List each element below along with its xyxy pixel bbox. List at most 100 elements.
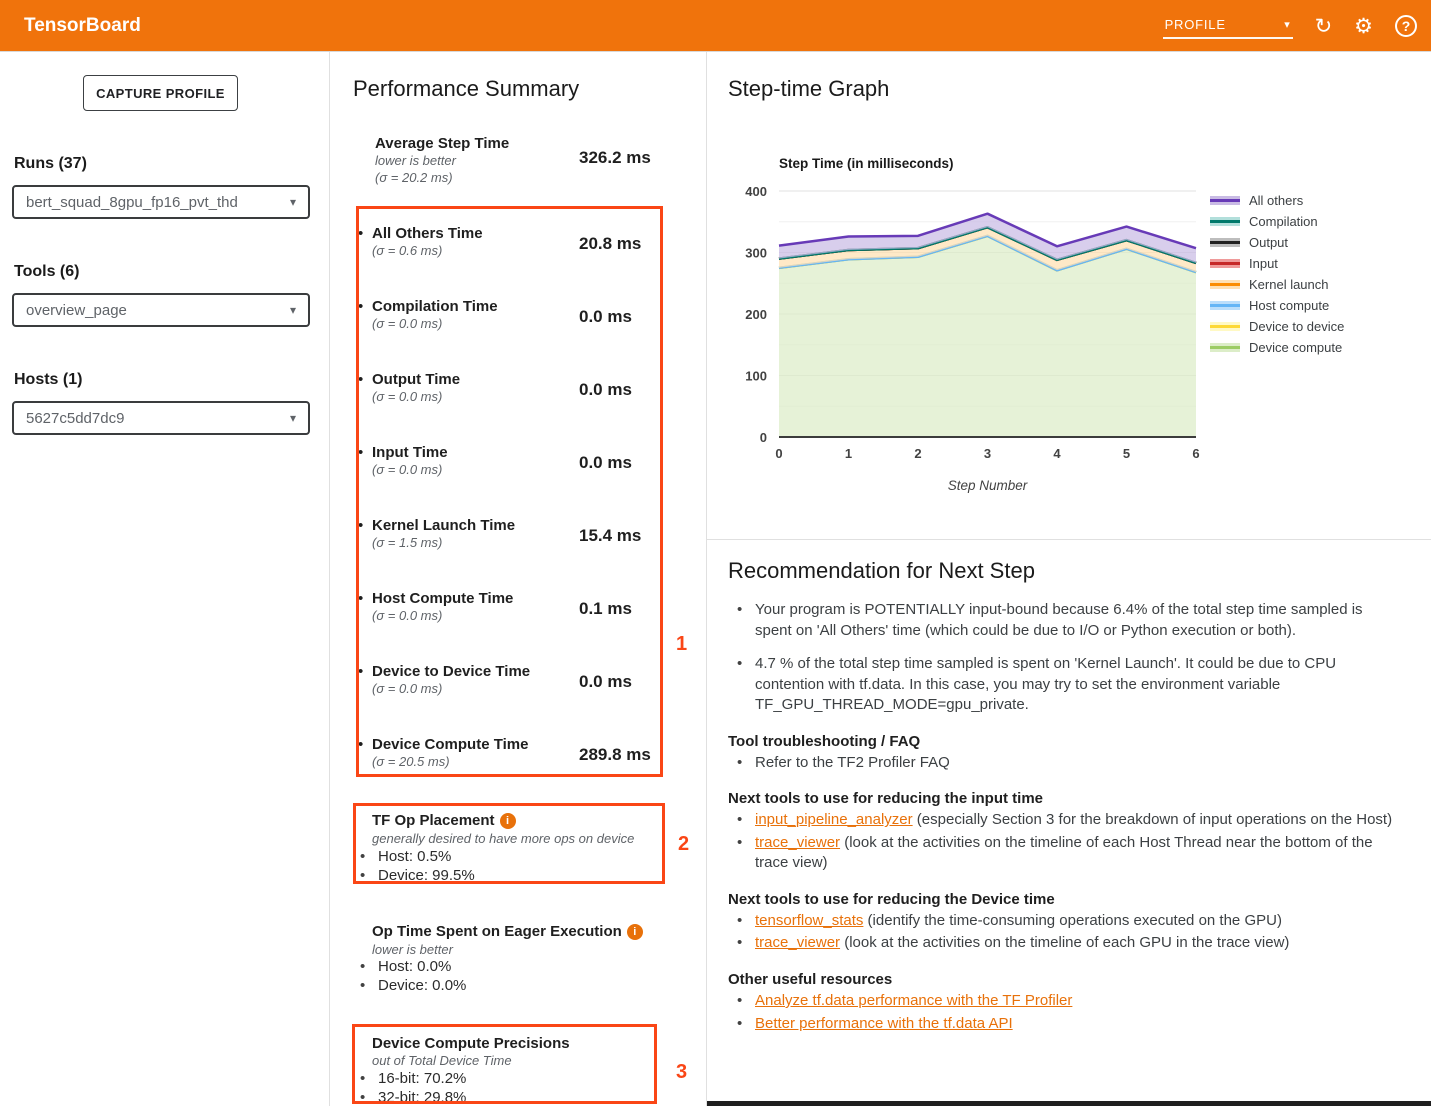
- legend-swatch: [1210, 280, 1240, 289]
- list-item: trace_viewer (look at the activities on …: [728, 833, 1403, 874]
- legend-label: Compilation: [1249, 214, 1318, 229]
- legend-swatch: [1210, 217, 1240, 226]
- chevron-down-icon: [290, 303, 296, 317]
- svg-text:200: 200: [745, 307, 767, 322]
- section-heading: Tool troubleshooting / FAQ: [728, 733, 1420, 750]
- svg-text:4: 4: [1053, 446, 1061, 461]
- eager-execution: Op Time Spent on Eager Executioni lower …: [372, 923, 643, 958]
- performance-summary-title: Performance Summary: [353, 76, 579, 102]
- legend-item: Host compute: [1210, 295, 1344, 316]
- device-compute-precisions: Device Compute Precisions out of Total D…: [372, 1035, 570, 1069]
- trace-viewer-link[interactable]: trace_viewer: [755, 934, 840, 951]
- metric-output: Output Time (σ = 0.0 ms): [372, 371, 460, 405]
- tools-select[interactable]: overview_page: [12, 293, 310, 327]
- annotation-number-2: 2: [678, 833, 689, 856]
- info-icon[interactable]: i: [627, 924, 643, 940]
- list-item: Refer to the TF2 Profiler FAQ: [728, 753, 1403, 774]
- chart-legend: All othersCompilationOutputInputKernel l…: [1210, 190, 1344, 358]
- list-item: Host: 0.5%: [378, 848, 451, 865]
- legend-item: Compilation: [1210, 211, 1344, 232]
- metric-value: 0.1 ms: [579, 599, 632, 619]
- legend-label: Kernel launch: [1249, 277, 1329, 292]
- dashboard-select-value: PROFILE: [1165, 17, 1226, 32]
- svg-text:300: 300: [745, 246, 767, 261]
- metric-input: Input Time (σ = 0.0 ms): [372, 444, 448, 478]
- tfdata-api-link[interactable]: Better performance with the tf.data API: [755, 1015, 1013, 1032]
- help-icon[interactable]: ?: [1395, 15, 1417, 37]
- svg-text:0: 0: [760, 430, 767, 445]
- chevron-down-icon: [290, 195, 296, 209]
- svg-text:Step Time (in milliseconds): Step Time (in milliseconds): [779, 156, 954, 171]
- tools-label: Tools (6): [14, 263, 79, 281]
- next-section-edge: [707, 1101, 1431, 1106]
- list-item: tensorflow_stats (identify the time-cons…: [728, 911, 1403, 932]
- legend-item: All others: [1210, 190, 1344, 211]
- list-item: trace_viewer (look at the activities on …: [728, 933, 1403, 954]
- metric-value: 326.2 ms: [579, 148, 651, 168]
- reload-icon[interactable]: ↻: [1315, 16, 1333, 37]
- list-item: input_pipeline_analyzer (especially Sect…: [728, 810, 1403, 831]
- metric-value: 0.0 ms: [579, 380, 632, 400]
- svg-text:2: 2: [914, 446, 921, 461]
- step-time-panel: Step-time Graph Step Time (in millisecon…: [707, 52, 1431, 1106]
- annotation-number-3: 3: [676, 1061, 687, 1084]
- metric-value: 0.0 ms: [579, 453, 632, 473]
- legend-label: Host compute: [1249, 298, 1329, 313]
- dashboard-select[interactable]: PROFILE: [1163, 13, 1293, 39]
- recommendation-bullet: Your program is POTENTIALLY input-bound …: [728, 600, 1403, 641]
- metric-sigma: (σ = 20.2 ms): [375, 169, 509, 186]
- metric-host-compute: Host Compute Time (σ = 0.0 ms): [372, 590, 513, 624]
- legend-label: Device compute: [1249, 340, 1342, 355]
- svg-text:1: 1: [845, 446, 852, 461]
- tfdata-profiler-link[interactable]: Analyze tf.data performance with the TF …: [755, 992, 1072, 1009]
- section-heading: Other useful resources: [728, 971, 1420, 988]
- svg-text:Step Number: Step Number: [948, 478, 1028, 493]
- metric-all-others: All Others Time (σ = 0.6 ms): [372, 225, 483, 259]
- tools-select-value: overview_page: [26, 302, 127, 319]
- metric-device-to-device: Device to Device Time (σ = 0.0 ms): [372, 663, 530, 697]
- legend-swatch: [1210, 196, 1240, 205]
- legend-swatch: [1210, 238, 1240, 247]
- sidebar: CAPTURE PROFILE Runs (37) bert_squad_8gp…: [0, 52, 330, 1106]
- legend-swatch: [1210, 301, 1240, 310]
- metric-value: 15.4 ms: [579, 526, 641, 546]
- tensorflow-stats-link[interactable]: tensorflow_stats: [755, 912, 863, 929]
- svg-text:6: 6: [1192, 446, 1199, 461]
- svg-text:0: 0: [775, 446, 782, 461]
- metric-value: 20.8 ms: [579, 234, 641, 254]
- legend-label: All others: [1249, 193, 1303, 208]
- hosts-label: Hosts (1): [14, 371, 82, 389]
- svg-text:400: 400: [745, 184, 767, 199]
- step-time-graph-title: Step-time Graph: [728, 76, 889, 102]
- runs-select[interactable]: bert_squad_8gpu_fp16_pvt_thd: [12, 185, 310, 219]
- svg-text:5: 5: [1123, 446, 1130, 461]
- average-step-time: Average Step Time lower is better (σ = 2…: [375, 135, 509, 186]
- legend-swatch: [1210, 259, 1240, 268]
- hosts-select-value: 5627c5dd7dc9: [26, 410, 124, 427]
- recommendation-bullet: 4.7 % of the total step time sampled is …: [728, 654, 1403, 716]
- metric-compilation: Compilation Time (σ = 0.0 ms): [372, 298, 498, 332]
- gear-icon[interactable]: ⚙: [1354, 16, 1373, 37]
- list-item: Host: 0.0%: [378, 958, 451, 975]
- hosts-select[interactable]: 5627c5dd7dc9: [12, 401, 310, 435]
- capture-profile-button[interactable]: CAPTURE PROFILE: [83, 75, 238, 111]
- chevron-down-icon: [290, 411, 296, 425]
- legend-item: Kernel launch: [1210, 274, 1344, 295]
- legend-item: Device to device: [1210, 316, 1344, 337]
- section-divider: [707, 539, 1431, 540]
- info-icon[interactable]: i: [500, 813, 516, 829]
- metric-device-compute: Device Compute Time (σ = 20.5 ms): [372, 736, 528, 770]
- legend-item: Input: [1210, 253, 1344, 274]
- input-pipeline-analyzer-link[interactable]: input_pipeline_analyzer: [755, 811, 913, 828]
- metric-value: 0.0 ms: [579, 672, 632, 692]
- recommendation-section: Recommendation for Next Step Your progra…: [728, 558, 1420, 1047]
- legend-label: Device to device: [1249, 319, 1344, 334]
- svg-text:100: 100: [745, 369, 767, 384]
- app-title: TensorBoard: [24, 15, 141, 37]
- trace-viewer-link[interactable]: trace_viewer: [755, 834, 840, 851]
- legend-item: Device compute: [1210, 337, 1344, 358]
- recommendation-title: Recommendation for Next Step: [728, 558, 1420, 584]
- svg-text:3: 3: [984, 446, 991, 461]
- chevron-down-icon: [1284, 18, 1290, 31]
- list-item: Better performance with the tf.data API: [728, 1014, 1403, 1035]
